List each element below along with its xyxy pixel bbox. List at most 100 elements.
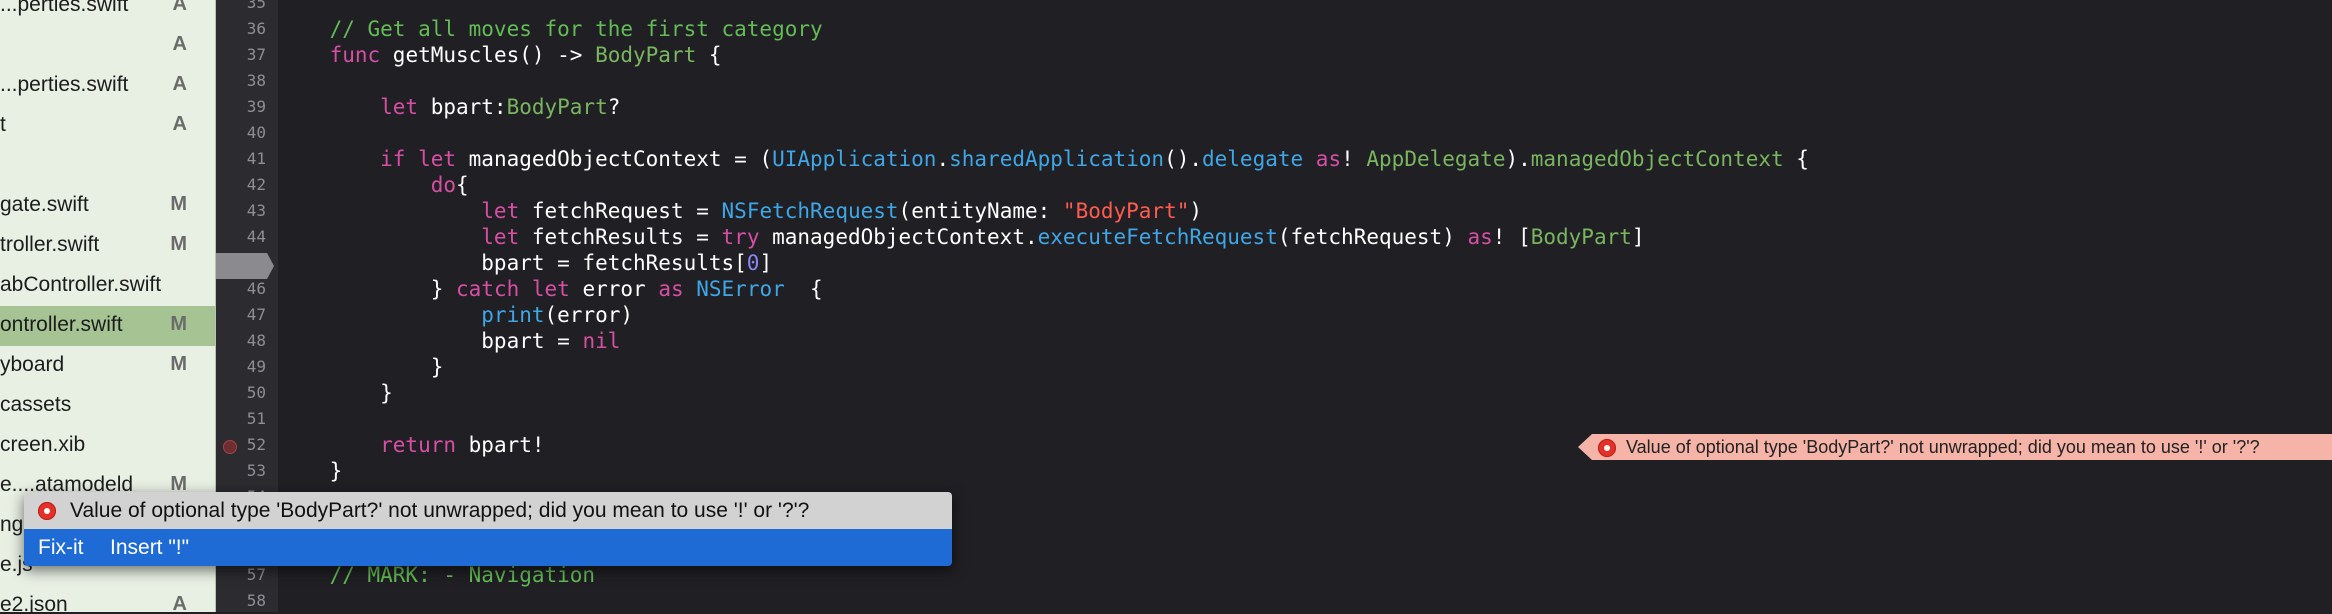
code-token: sharedApplication <box>949 147 1165 171</box>
navigator-file-row[interactable]: troller.swift M <box>0 226 215 266</box>
line-number: 48 <box>246 331 266 350</box>
error-icon <box>1598 439 1616 457</box>
code-token: BodyPart <box>1530 225 1632 249</box>
fixit-action[interactable]: Insert "!" <box>110 536 189 560</box>
code-token: } <box>279 355 444 379</box>
navigator-file-row[interactable]: ...perties.swift A <box>0 66 215 106</box>
line-number: 38 <box>246 71 266 90</box>
error-icon <box>38 502 56 520</box>
code-token: ] <box>759 251 773 275</box>
code-token: (). <box>1164 147 1202 171</box>
file-name: cassets <box>0 393 72 416</box>
code-line: if let managedObjectContext = (UIApplica… <box>279 146 1809 172</box>
code-token: { <box>696 43 722 67</box>
code-token: bpart! <box>468 433 545 457</box>
code-token: managedObjectContext = ( <box>468 147 773 171</box>
code-line: // Get all moves for the first category <box>279 16 823 42</box>
code-token: if let <box>279 147 469 171</box>
code-token: (fetchRequest) <box>1277 225 1468 249</box>
navigator-file-row[interactable]: gate.swift M <box>0 186 215 226</box>
file-name: ...perties.swift <box>0 0 129 16</box>
code-token: let <box>279 95 431 119</box>
source-control-status: A <box>172 73 187 95</box>
navigator-file-row[interactable]: yboard M <box>0 346 215 386</box>
code-token: { <box>784 277 823 301</box>
code-token: { <box>456 173 469 197</box>
code-token: (entityName: <box>898 199 1063 223</box>
navigator-file-row[interactable]: ontroller.swift M <box>0 306 215 346</box>
code-token: managedObjectContext. <box>772 225 1038 249</box>
navigator-file-row[interactable]: e2.json A <box>0 586 215 612</box>
code-token: ) <box>1189 199 1203 223</box>
source-control-status: M <box>170 193 187 215</box>
fixit-popover: Value of optional type 'BodyPart?' not u… <box>24 492 952 566</box>
navigator-file-row[interactable]: abController.swift <box>0 266 215 306</box>
line-number: 41 <box>246 149 266 168</box>
code-line: } <box>279 354 444 380</box>
code-token: executeFetchRequest <box>1037 225 1278 249</box>
code-token: . <box>936 147 950 171</box>
navigator-file-row[interactable]: tA <box>0 106 215 146</box>
fixit-suggestion[interactable]: Fix-it Insert "!" <box>24 529 952 566</box>
popover-header: Value of optional type 'BodyPart?' not u… <box>24 492 952 529</box>
current-line-indicator <box>216 253 274 279</box>
code-token: ? <box>607 95 621 119</box>
line-number: 39 <box>246 97 266 116</box>
code-token: as <box>1467 225 1493 249</box>
code-line: } <box>279 458 343 484</box>
source-control-status: A <box>172 33 187 55</box>
code-token: (error) <box>544 303 634 327</box>
line-number: 53 <box>246 461 266 480</box>
code-token: delegate <box>1202 147 1304 171</box>
source-control-status: A <box>172 113 187 135</box>
code-token: // MARK: - Navigation <box>279 563 596 587</box>
fixit-label: Fix-it <box>38 536 84 559</box>
navigator-file-row[interactable]: creen.xib <box>0 426 215 466</box>
code-token: fetchRequest = <box>531 199 722 223</box>
code-token: let <box>279 225 532 249</box>
line-number: 52 <box>246 435 266 454</box>
file-name: yboard <box>0 353 65 376</box>
code-line: } <box>279 380 393 406</box>
source-control-status: M <box>170 313 187 335</box>
code-token: bpart = fetchResults[ <box>279 251 747 275</box>
line-number: 47 <box>246 305 266 324</box>
code-token: do <box>279 173 457 197</box>
code-token: print <box>279 303 545 327</box>
code-token: } <box>279 277 457 301</box>
source-control-status: A <box>172 593 187 612</box>
line-number: 46 <box>246 279 266 298</box>
file-name: e2.json <box>0 593 68 612</box>
code-line: } catch let error as NSError { <box>279 276 823 302</box>
code-token: // Get all moves for the first category <box>279 17 823 41</box>
code-token: 0 <box>746 251 760 275</box>
code-token: ] <box>1631 225 1645 249</box>
file-name: ontroller.swift <box>0 313 123 336</box>
navigator-file-row[interactable] <box>0 146 215 186</box>
navigator-file-row[interactable]: ...perties.swift A <box>0 0 215 26</box>
code-line: do{ <box>279 172 469 198</box>
navigator-file-row[interactable]: A <box>0 26 215 66</box>
inline-error-badge[interactable]: Value of optional type 'BodyPart?' not u… <box>1578 434 2332 460</box>
code-token: ). <box>1505 147 1531 171</box>
line-number: 37 <box>246 45 266 64</box>
code-token: let <box>279 199 532 223</box>
code-line: let fetchRequest = NSFetchRequest(entity… <box>279 198 1202 224</box>
code-token: error <box>582 277 659 301</box>
file-name: ...perties.swift <box>0 73 129 96</box>
code-line: return bpart! <box>279 432 545 458</box>
code-token: NSFetchRequest <box>721 199 899 223</box>
code-line: bpart = nil <box>279 328 620 354</box>
line-number: 51 <box>246 409 266 428</box>
code-token: getMuscles() -> <box>392 43 596 67</box>
code-token: AppDelegate <box>1366 147 1506 171</box>
code-token: nil <box>582 329 621 353</box>
navigator-file-row[interactable]: cassets <box>0 386 215 426</box>
code-token: as <box>658 277 697 301</box>
code-token: func <box>279 43 393 67</box>
source-control-status: M <box>170 353 187 375</box>
code-token: fetchResults = <box>531 225 722 249</box>
code-token: bpart: <box>430 95 507 119</box>
gutter-error-icon[interactable] <box>223 440 237 454</box>
code-token: catch let <box>456 277 583 301</box>
